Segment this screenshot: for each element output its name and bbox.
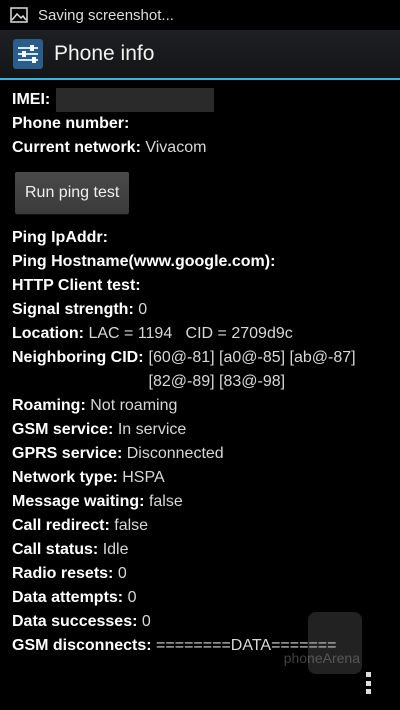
- data-attempts-label: Data attempts:: [12, 589, 124, 606]
- neighboring-cid-label: Neighboring CID:: [12, 349, 144, 366]
- image-icon: [10, 7, 28, 23]
- imei-redacted: [56, 88, 215, 112]
- neighboring-cid-line: [60@-81] [a0@-85] [ab@-87]: [148, 349, 356, 366]
- overflow-menu-icon[interactable]: [366, 672, 372, 694]
- page-title: Phone info: [54, 42, 155, 65]
- phonearena-logo-icon: [308, 612, 362, 674]
- data-successes-value: 0: [141, 613, 151, 630]
- ping-ipaddr-label: Ping IpAddr:: [12, 229, 108, 246]
- gsm-disconnects-label: GSM disconnects:: [12, 637, 152, 654]
- gsm-service-label: GSM service:: [12, 421, 114, 438]
- gprs-service-label: GPRS service:: [12, 445, 123, 462]
- data-attempts-value: 0: [127, 589, 137, 606]
- network-type-row: Network type: HSPA: [12, 466, 392, 490]
- imei-label: IMEI:: [12, 91, 51, 108]
- radio-resets-value: 0: [117, 565, 127, 582]
- message-waiting-row: Message waiting: false: [12, 490, 392, 514]
- signal-strength-row: Signal strength: 0: [12, 298, 392, 322]
- location-label: Location:: [12, 325, 84, 342]
- status-text: Saving screenshot...: [38, 6, 174, 24]
- neighboring-cid-line: [82@-89] [83@-98]: [148, 373, 286, 390]
- signal-strength-label: Signal strength:: [12, 301, 134, 318]
- run-ping-test-button[interactable]: Run ping test: [15, 172, 130, 214]
- network-type-value: HSPA: [122, 469, 165, 486]
- neighboring-cid-row: Neighboring CID: [60@-81] [a0@-85] [ab@-…: [12, 346, 392, 394]
- phone-number-row: Phone number:: [12, 112, 392, 136]
- neighboring-cid-values: [60@-81] [a0@-85] [ab@-87] [82@-89] [83@…: [149, 346, 356, 394]
- location-row: Location: LAC = 1194 CID = 2709d9c: [12, 322, 392, 346]
- gsm-service-row: GSM service: In service: [12, 418, 392, 442]
- current-network-value: Vivacom: [145, 139, 207, 156]
- phone-info-list: IMEI: Phone number: Current network: Viv…: [12, 88, 392, 658]
- call-redirect-label: Call redirect:: [12, 517, 110, 534]
- action-bar: Phone info: [0, 30, 400, 80]
- settings-sliders-icon[interactable]: [12, 38, 44, 70]
- radio-resets-row: Radio resets: 0: [12, 562, 392, 586]
- gsm-service-value: In service: [117, 421, 187, 438]
- network-type-label: Network type:: [12, 469, 118, 486]
- roaming-row: Roaming: Not roaming: [12, 394, 392, 418]
- watermark-text: phoneArena: [283, 650, 360, 666]
- http-client-label: HTTP Client test:: [12, 277, 141, 294]
- current-network-label: Current network:: [12, 139, 141, 156]
- data-successes-label: Data successes:: [12, 613, 138, 630]
- call-status-label: Call status:: [12, 541, 99, 558]
- call-status-value: Idle: [102, 541, 129, 558]
- location-value: LAC = 1194 CID = 2709d9c: [88, 325, 293, 342]
- call-redirect-row: Call redirect: false: [12, 514, 392, 538]
- call-redirect-value: false: [114, 517, 149, 534]
- status-bar: Saving screenshot...: [0, 0, 400, 31]
- ping-hostname-label: Ping Hostname(www.google.com):: [12, 253, 276, 270]
- data-attempts-row: Data attempts: 0: [12, 586, 392, 610]
- call-status-row: Call status: Idle: [12, 538, 392, 562]
- gprs-service-value: Disconnected: [126, 445, 224, 462]
- ping-hostname-row: Ping Hostname(www.google.com):: [12, 250, 392, 274]
- radio-resets-label: Radio resets:: [12, 565, 114, 582]
- ping-ipaddr-row: Ping IpAddr:: [12, 226, 392, 250]
- roaming-value: Not roaming: [90, 397, 178, 414]
- http-client-row: HTTP Client test:: [12, 274, 392, 298]
- phone-number-label: Phone number:: [12, 115, 130, 132]
- signal-strength-value: 0: [138, 301, 148, 318]
- message-waiting-label: Message waiting:: [12, 493, 145, 510]
- current-network-row: Current network: Vivacom: [12, 136, 392, 160]
- imei-row: IMEI:: [12, 88, 392, 112]
- message-waiting-value: false: [148, 493, 183, 510]
- gprs-service-row: GPRS service: Disconnected: [12, 442, 392, 466]
- roaming-label: Roaming:: [12, 397, 86, 414]
